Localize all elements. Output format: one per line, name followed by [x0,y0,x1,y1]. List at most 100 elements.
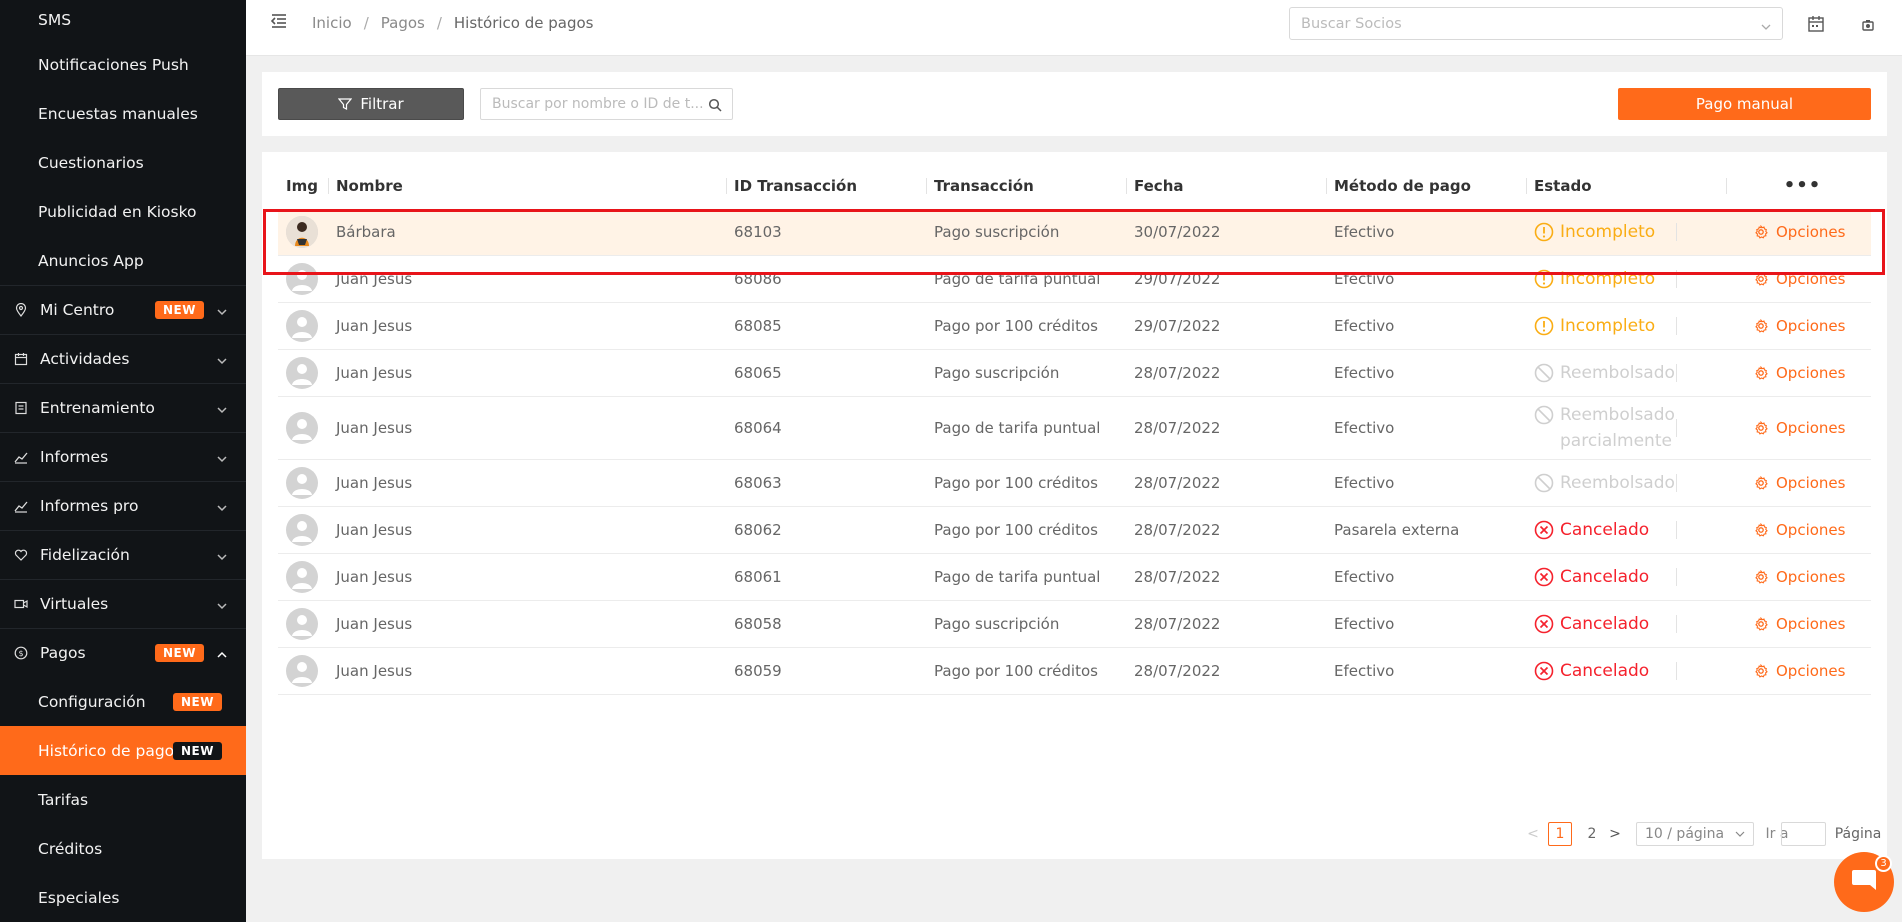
table-row[interactable]: Juan Jesus 68086 Pago de tarifa puntual 29/… [278,256,1871,303]
pagination-next[interactable]: > [1606,822,1624,846]
manual-payment-button[interactable]: Pago manual [1618,88,1871,120]
pagination-page-2[interactable]: 2 [1580,822,1604,846]
breadcrumb-inicio[interactable]: Inicio [312,14,352,32]
avatar [286,608,318,640]
member-search-input[interactable] [1301,8,1751,39]
cell-date: 28/07/2022 [1134,568,1221,586]
member-search-select[interactable] [1289,7,1783,40]
options-button[interactable]: Opciones [1754,554,1871,600]
sidebar-item-notificaciones-push[interactable]: Notificaciones Push [0,40,246,89]
page-size-value: 10 / página [1645,826,1725,842]
sidebar-item-tarifas[interactable]: Tarifas [0,775,246,824]
table-row[interactable]: Juan Jesus 68065 Pago suscripción 28/07/202… [278,350,1871,397]
sidebar-item-anuncios-app[interactable]: Anuncios App [0,236,246,285]
cell-payment-method: Efectivo [1334,270,1395,288]
chevron-down-icon [216,451,228,463]
status-label: Cancelado [1560,520,1650,540]
sidebar-item-label: Especiales [38,888,120,907]
sidebar-item-sms[interactable]: SMS [0,0,246,40]
avatar [286,655,318,687]
cell-payment-method: Efectivo [1334,474,1395,492]
options-button[interactable]: Opciones [1754,303,1871,349]
cell-transaction-id: 68103 [734,223,782,241]
sidebar-item-historico-de-pagos[interactable]: Histórico de pagos NEW [0,726,246,775]
filter-icon [338,98,353,110]
options-label: Opciones [1776,270,1846,288]
status-label: Incompleto [1560,269,1656,289]
cell-payment-method: Efectivo [1334,317,1395,335]
column-divider [1676,568,1677,586]
options-button[interactable]: Opciones [1754,350,1871,396]
avatar [286,412,318,444]
sidebar-item-cuestionarios[interactable]: Cuestionarios [0,138,246,187]
column-divider [1676,615,1677,633]
sidebar-item-entrenamiento[interactable]: Entrenamiento [0,383,246,432]
sidebar-item-informes-pro[interactable]: Informes pro [0,481,246,530]
sidebar-item-pagos[interactable]: $ Pagos NEW [0,628,246,677]
cell-transaction: Pago de tarifa puntual [934,419,1101,437]
options-label: Opciones [1776,364,1846,382]
column-divider [328,178,329,194]
filter-button[interactable]: Filtrar [278,88,464,120]
sidebar-item-publicidad-en-kiosko[interactable]: Publicidad en Kiosko [0,187,246,236]
camera-icon[interactable] [1859,15,1877,33]
options-button[interactable]: Opciones [1754,209,1871,255]
transaction-search[interactable] [480,88,733,120]
page-size-select[interactable]: 10 / página [1636,822,1754,846]
options-button[interactable]: Opciones [1754,601,1871,647]
sidebar-item-fidelizacion[interactable]: Fidelización [0,530,246,579]
menu-fold-icon[interactable] [270,12,288,30]
goto-page-input[interactable] [1781,822,1826,846]
cell-transaction: Pago de tarifa puntual [934,568,1101,586]
dollar-circle-icon: $ [14,646,28,660]
column-divider [1676,419,1677,437]
options-button[interactable]: Opciones [1754,460,1871,506]
sidebar-item-encuestas-manuales[interactable]: Encuestas manuales [0,89,246,138]
cell-transaction: Pago por 100 créditos [934,317,1098,335]
close-circle-icon [1534,520,1554,540]
sidebar-item-actividades[interactable]: Actividades [0,334,246,383]
more-columns-icon[interactable]: ••• [1734,170,1871,201]
gear-icon [1754,476,1768,490]
cell-name: Juan Jesus [336,521,413,539]
calendar-icon[interactable] [1807,15,1825,33]
chat-launcher-button[interactable]: 3 [1834,852,1894,912]
breadcrumb: Inicio / Pagos / Histórico de pagos [312,14,594,32]
sidebar-item-informes[interactable]: Informes [0,432,246,481]
chevron-up-icon [216,647,228,659]
options-button[interactable]: Opciones [1754,648,1871,694]
column-header: Fecha [1134,176,1184,195]
table-row[interactable]: Juan Jesus 68064 Pago de tarifa puntual 28/… [278,397,1871,460]
chevron-down-icon [1760,18,1772,30]
chevron-down-icon [216,402,228,414]
cell-status: Cancelado [1534,648,1724,694]
breadcrumb-pagos[interactable]: Pagos [381,14,425,32]
options-button[interactable]: Opciones [1754,507,1871,553]
sidebar-item-configuracion[interactable]: Configuración NEW [0,677,246,726]
cell-transaction-id: 68062 [734,521,782,539]
column-divider [1326,178,1327,194]
cell-transaction-id: 68085 [734,317,782,335]
table-row[interactable]: Juan Jesus 68085 Pago por 100 créditos 29/0… [278,303,1871,350]
cell-transaction-id: 68086 [734,270,782,288]
sidebar-item-creditos[interactable]: Créditos [0,824,246,873]
sidebar-item-mi-centro[interactable]: Mi Centro NEW [0,285,246,334]
table-row[interactable]: Juan Jesus 68063 Pago por 100 créditos 28/0… [278,460,1871,507]
sidebar-item-virtuales[interactable]: Virtuales [0,579,246,628]
table-row[interactable]: Juan Jesus 68059 Pago por 100 créditos 28/0… [278,648,1871,695]
transaction-search-input[interactable] [492,89,710,119]
sidebar-item-especiales[interactable]: Especiales [0,873,246,922]
pagination-prev[interactable]: < [1526,822,1540,846]
cell-payment-method: Efectivo [1334,615,1395,633]
cell-date: 28/07/2022 [1134,615,1221,633]
table-row[interactable]: Juan Jesus 68058 Pago suscripción 28/07/202… [278,601,1871,648]
sidebar-item-label: Actividades [40,350,130,368]
search-icon[interactable] [708,97,722,112]
pagination-page-1[interactable]: 1 [1548,822,1572,846]
cell-payment-method: Efectivo [1334,568,1395,586]
table-row[interactable]: Juan Jesus 68061 Pago de tarifa puntual 28/… [278,554,1871,601]
options-button[interactable]: Opciones [1754,397,1871,459]
table-row[interactable]: Juan Jesus 68062 Pago por 100 créditos 28/0… [278,507,1871,554]
table-row[interactable]: Bárbara 68103 Pago suscripción 30/07/2022 Ef… [278,209,1871,256]
options-button[interactable]: Opciones [1754,256,1871,302]
